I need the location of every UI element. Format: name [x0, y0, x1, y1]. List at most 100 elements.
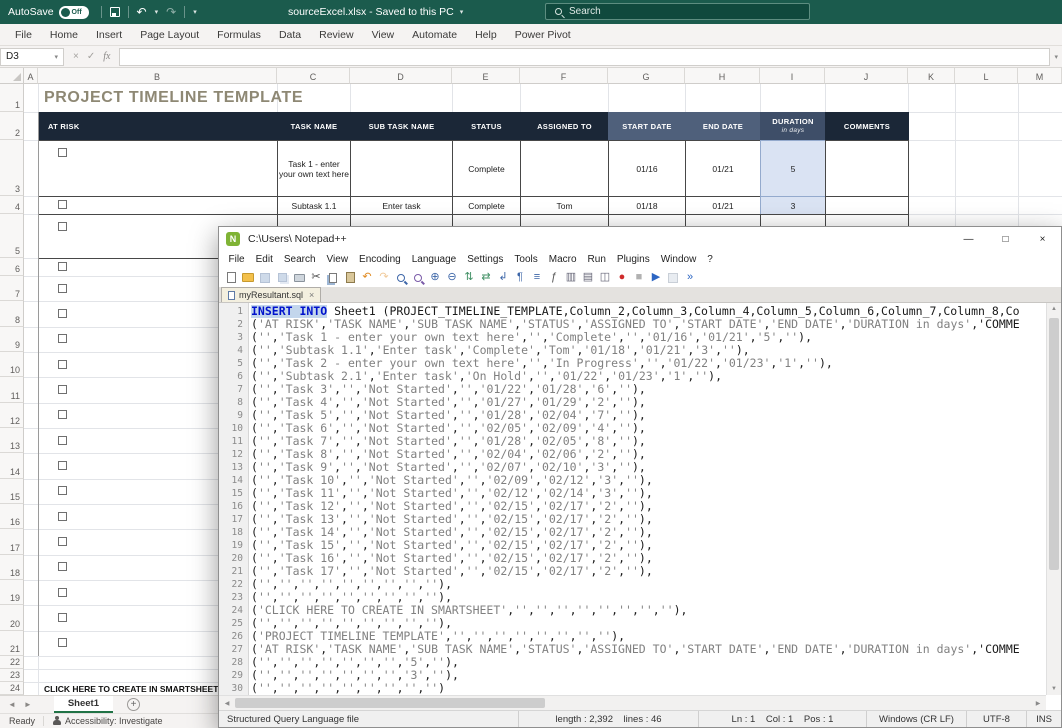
column-header-F[interactable]: F	[520, 68, 608, 84]
at-risk-checkbox-row-14[interactable]	[58, 461, 67, 470]
column-header-C[interactable]: C	[277, 68, 350, 84]
document-map-icon[interactable]: ▥	[563, 270, 579, 286]
at-risk-checkbox-row-9[interactable]	[58, 334, 67, 343]
redo-icon[interactable]: ↷	[166, 6, 176, 18]
row-header-17[interactable]: 17	[0, 529, 24, 554]
row-header-7[interactable]: 7	[0, 276, 24, 301]
cell-E3[interactable]: Complete	[452, 140, 521, 197]
menu-file[interactable]: File	[223, 253, 250, 266]
code-line-11[interactable]: ('','Task 7','','Not Started','','01/28'…	[251, 435, 1046, 448]
code-line-18[interactable]: ('','Task 14','','Not Started','','02/15…	[251, 526, 1046, 539]
table-header-duration[interactable]: DURATIONin days	[760, 112, 826, 141]
formula-input[interactable]	[119, 48, 1050, 66]
code-line-10[interactable]: ('','Task 6','','Not Started','','02/05'…	[251, 422, 1046, 435]
at-risk-checkbox-row-19[interactable]	[58, 588, 67, 597]
scroll-up-icon[interactable]: ▲	[1047, 306, 1061, 312]
menu-language[interactable]: Language	[406, 253, 462, 266]
menu-tools[interactable]: Tools	[509, 253, 543, 266]
code-line-6[interactable]: ('','Subtask 2.1','Enter task','On Hold'…	[251, 370, 1046, 383]
at-risk-checkbox-row-11[interactable]	[58, 385, 67, 394]
scroll-left-icon[interactable]: ◀	[220, 696, 234, 710]
code-line-19[interactable]: ('','Task 15','','Not Started','','02/15…	[251, 539, 1046, 552]
menu-search[interactable]: Search	[278, 253, 321, 266]
menu-window[interactable]: Window	[655, 253, 702, 266]
code-line-13[interactable]: ('','Task 9','','Not Started','','02/07'…	[251, 461, 1046, 474]
row-header-19[interactable]: 19	[0, 580, 24, 605]
row-header-18[interactable]: 18	[0, 555, 24, 580]
at-risk-checkbox-row-3[interactable]	[58, 148, 67, 157]
column-header-I[interactable]: I	[760, 68, 825, 84]
replace-icon[interactable]	[410, 270, 426, 286]
code-line-7[interactable]: ('','Task 3','','Not Started','','01/22'…	[251, 383, 1046, 396]
code-line-27[interactable]: ('AT RISK','TASK NAME','SUB TASK NAME','…	[251, 643, 1046, 656]
smartsheet-link[interactable]: CLICK HERE TO CREATE IN SMARTSHEET	[44, 684, 218, 694]
minimize-button[interactable]: —	[950, 227, 987, 251]
row-header-20[interactable]: 20	[0, 605, 24, 630]
code-line-24[interactable]: ('CLICK HERE TO CREATE IN SMARTSHEET',''…	[251, 604, 1046, 617]
code-line-17[interactable]: ('','Task 13','','Not Started','','02/15…	[251, 513, 1046, 526]
row-header-13[interactable]: 13	[0, 428, 24, 453]
code-line-1[interactable]: INSERT INTO Sheet1 (PROJECT_TIMELINE_TEM…	[251, 305, 1046, 318]
row-header-12[interactable]: 12	[0, 403, 24, 428]
cell-C4[interactable]: Subtask 1.1	[277, 196, 351, 215]
column-header-H[interactable]: H	[685, 68, 760, 84]
select-all-corner[interactable]	[0, 68, 24, 84]
row-header-14[interactable]: 14	[0, 453, 24, 478]
at-risk-checkbox-row-17[interactable]	[58, 537, 67, 546]
sheet-tab-sheet1[interactable]: Sheet1	[54, 696, 113, 713]
row-header-15[interactable]: 15	[0, 479, 24, 504]
name-box-dropdown-icon[interactable]: ▾	[54, 53, 58, 61]
accessibility-status[interactable]: Accessibility: Investigate	[65, 716, 163, 726]
row-header-8[interactable]: 8	[0, 301, 24, 326]
table-header-comments[interactable]: COMMENTS	[825, 112, 909, 141]
row-header-16[interactable]: 16	[0, 504, 24, 529]
word-wrap-icon[interactable]: ↲	[495, 270, 511, 286]
sheet-nav-left-icon[interactable]: ◄	[8, 700, 16, 709]
enter-icon[interactable]: ✓	[87, 51, 95, 62]
function-list-icon[interactable]: ƒ	[546, 270, 562, 286]
code-line-12[interactable]: ('','Task 8','','Not Started','','02/04'…	[251, 448, 1046, 461]
cell-E4[interactable]: Complete	[452, 196, 521, 215]
undo-icon[interactable]: ↶	[137, 6, 147, 18]
menu-macro[interactable]: Macro	[543, 253, 582, 266]
maximize-button[interactable]: □	[987, 227, 1024, 251]
code-line-23[interactable]: ('','','','','','','','',''),	[251, 591, 1046, 604]
row-header-6[interactable]: 6	[0, 258, 24, 276]
column-header-G[interactable]: G	[608, 68, 685, 84]
ribbon-tab-power-pivot[interactable]: Power Pivot	[506, 24, 580, 45]
menu-plugins[interactable]: Plugins	[611, 253, 655, 266]
sync-horizontal-icon[interactable]: ⇄	[478, 270, 494, 286]
horizontal-scrollbar-thumb[interactable]	[235, 698, 545, 708]
ribbon-tab-insert[interactable]: Insert	[87, 24, 131, 45]
statusbar-encoding[interactable]: UTF-8	[967, 711, 1027, 727]
at-risk-checkbox-row-16[interactable]	[58, 512, 67, 521]
row-header-9[interactable]: 9	[0, 327, 24, 352]
code-line-9[interactable]: ('','Task 5','','Not Started','','01/28'…	[251, 409, 1046, 422]
sync-vertical-icon[interactable]: ⇅	[461, 270, 477, 286]
code-line-4[interactable]: ('','Subtask 1.1','Enter task','Complete…	[251, 344, 1046, 357]
save-icon[interactable]	[110, 7, 120, 17]
at-risk-checkbox-row-15[interactable]	[58, 486, 67, 495]
code-line-26[interactable]: ('PROJECT TIMELINE TEMPLATE','','','',''…	[251, 630, 1046, 643]
vertical-scrollbar-thumb[interactable]	[1049, 318, 1059, 570]
ribbon-tab-page-layout[interactable]: Page Layout	[131, 24, 208, 45]
undo-dropdown-icon[interactable]: ▾	[155, 8, 159, 16]
name-box[interactable]: D3 ▾	[0, 48, 64, 66]
cell-D3[interactable]	[350, 140, 453, 197]
code-line-14[interactable]: ('','Task 10','','Not Started','','02/09…	[251, 474, 1046, 487]
scroll-right-icon[interactable]: ▶	[1031, 696, 1045, 710]
row-header-23[interactable]: 23	[0, 669, 24, 682]
cell-J3[interactable]	[825, 140, 909, 197]
formula-bar-expand-icon[interactable]: ▾	[1054, 53, 1058, 61]
ribbon-tab-formulas[interactable]: Formulas	[208, 24, 270, 45]
row-header-10[interactable]: 10	[0, 352, 24, 377]
monitoring-icon[interactable]: ◫	[597, 270, 613, 286]
code-line-29[interactable]: ('','','','','','','','3',''),	[251, 669, 1046, 682]
zoom-out-icon[interactable]: ⊖	[444, 270, 460, 286]
row-header-3[interactable]: 3	[0, 140, 24, 196]
tab-close-icon[interactable]: ×	[309, 291, 314, 300]
cell-B4[interactable]	[38, 196, 278, 215]
row-header-2[interactable]: 2	[0, 112, 24, 140]
ribbon-tab-file[interactable]: File	[6, 24, 41, 45]
code-line-22[interactable]: ('','','','','','','','',''),	[251, 578, 1046, 591]
